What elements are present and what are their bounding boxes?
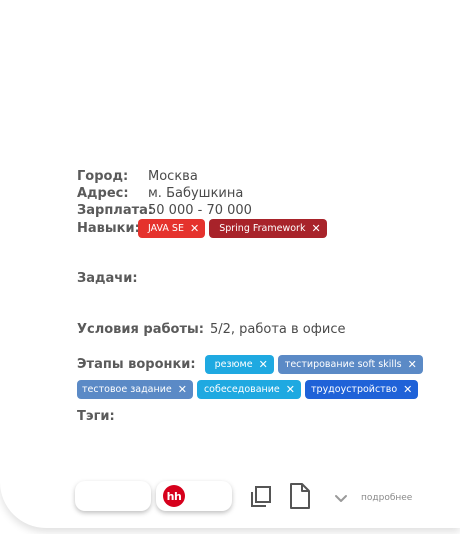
tasks-row: Задачи: — [77, 270, 138, 287]
skill-tag[interactable]: Spring Framework ✕ — [209, 219, 327, 238]
salary-label: Зарплата: — [77, 203, 154, 218]
close-icon[interactable]: ✕ — [311, 223, 320, 234]
vacancy-card — [0, 0, 460, 528]
document-icon[interactable] — [288, 482, 312, 510]
conditions-value: 5/2, работа в офисе — [209, 322, 346, 337]
funnel-label: Этапы воронки: — [77, 357, 196, 372]
close-icon[interactable]: ✕ — [286, 384, 295, 395]
tags-row: Тэги: — [77, 408, 115, 425]
city-value: Москва — [148, 169, 198, 184]
funnel-stage-tag[interactable]: резюме ✕ — [204, 355, 274, 374]
funnel-stage-label: тестовое задание — [82, 384, 172, 395]
funnel-stage-tag[interactable]: тестовое задание ✕ — [77, 380, 193, 399]
chevron-down-icon[interactable] — [334, 494, 348, 504]
salary-row: Зарплата: 50 000 - 70 000 — [77, 202, 252, 219]
tags-label: Тэги: — [77, 409, 115, 424]
funnel-row: Этапы воронки: резюме ✕ тестирование sof… — [77, 355, 427, 374]
address-value: м. Бабушкина — [148, 186, 244, 201]
close-icon[interactable]: ✕ — [178, 384, 187, 395]
funnel-stage-label: собеседование — [203, 384, 280, 395]
skill-tag[interactable]: JAVA SE ✕ — [138, 219, 206, 238]
skills-row: Навыки: JAVA SE ✕ Spring Framework ✕ — [77, 219, 331, 238]
funnel-row-2: тестовое задание ✕ собеседование ✕ трудо… — [77, 380, 422, 399]
funnel-stage-label: резюме — [214, 359, 253, 370]
funnel-stage-tag[interactable]: собеседование ✕ — [196, 380, 301, 399]
close-icon[interactable]: ✕ — [408, 359, 417, 370]
copy-icon[interactable] — [249, 485, 273, 509]
skill-tag-label: Spring Framework — [219, 223, 306, 234]
tasks-label: Задачи: — [77, 271, 138, 286]
address-label: Адрес: — [77, 186, 129, 201]
salary-value: 50 000 - 70 000 — [148, 203, 252, 218]
close-icon[interactable]: ✕ — [403, 384, 412, 395]
funnel-stage-label: трудоустройство — [311, 384, 398, 395]
more-link[interactable]: подробнее — [361, 492, 412, 504]
action-button-blank[interactable] — [75, 481, 151, 511]
funnel-stage-tag[interactable]: тестирование soft skills ✕ — [277, 355, 423, 374]
city-row: Город: Москва — [77, 168, 198, 185]
close-icon[interactable]: ✕ — [259, 359, 268, 370]
skills-label: Навыки: — [77, 221, 140, 236]
funnel-stage-label: тестирование soft skills — [284, 359, 402, 370]
skill-tag-label: JAVA SE — [148, 223, 184, 234]
funnel-stage-tag[interactable]: трудоустройство ✕ — [305, 380, 419, 399]
city-label: Город: — [77, 169, 129, 184]
conditions-row: Условия работы: 5/2, работа в офисе — [77, 321, 345, 338]
close-icon[interactable]: ✕ — [190, 223, 199, 234]
conditions-label: Условия работы: — [77, 322, 204, 337]
hh-logo: hh — [163, 485, 185, 507]
address-row: Адрес: м. Бабушкина — [77, 185, 243, 202]
